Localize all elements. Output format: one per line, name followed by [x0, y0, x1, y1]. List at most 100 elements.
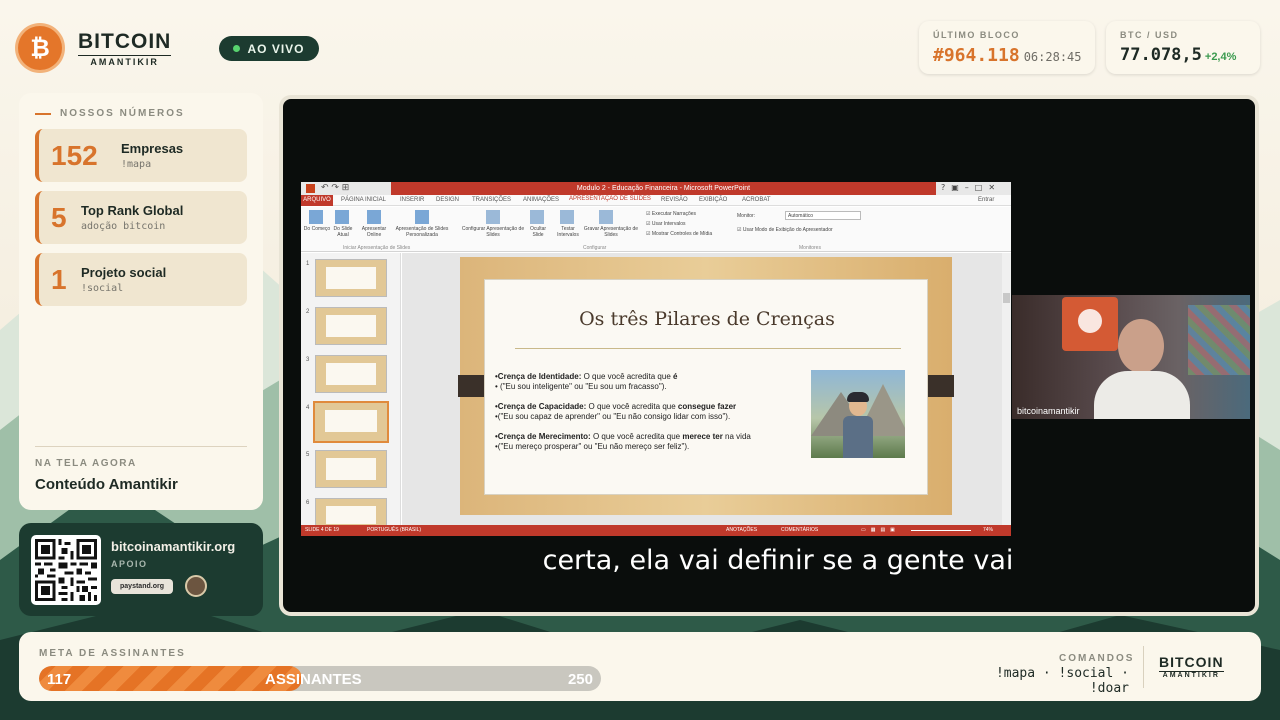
ribbon-group-label: Configurar [583, 245, 607, 251]
hide-slide-icon [530, 210, 544, 224]
ribbon-button[interactable]: Testar Intervalos [553, 226, 583, 238]
checkbox-media-controls[interactable]: ☑ Mostrar Controles de Mídia [646, 231, 712, 237]
powerpoint-window: ↶ ↷ ⊞ Modulo 2 - Educação Financeira - M… [301, 182, 1011, 536]
stat-card-companies: 152 Empresas !mapa [35, 129, 247, 182]
support-card: bitcoinamantikir.org APOIO paystand.org [19, 523, 263, 616]
live-badge: AO VIVO [219, 36, 319, 61]
zoom-slider[interactable] [911, 530, 971, 531]
checkbox-timings[interactable]: ☑ Usar Intervalos [646, 221, 686, 227]
thumb-number: 3 [306, 357, 310, 363]
support-site[interactable]: bitcoinamantikir.org [111, 539, 235, 554]
divider [1143, 646, 1144, 688]
ribbon-button[interactable]: Ocultar Slide [525, 226, 551, 238]
support-label: APOIO [111, 559, 148, 569]
ppt-app-icon [306, 184, 315, 193]
record-show-icon [599, 210, 613, 224]
bullet-item: •Crença de Merecimento: O que você acred… [495, 432, 751, 441]
thumbnail-pane: 1 2 3 4 5 6 [301, 253, 401, 528]
stat-name: Empresas [121, 141, 184, 156]
stat-name: Projeto social [81, 265, 167, 280]
vertical-scrollbar[interactable] [1002, 253, 1011, 525]
status-slide-count: SLIDE 4 DE 19 [305, 527, 339, 533]
bullet-line: •("Eu mereço prosperar" ou "Eu não mereç… [495, 442, 690, 451]
ribbon-button[interactable]: Apresentar Online [357, 226, 391, 238]
stream-screen: ↶ ↷ ⊞ Modulo 2 - Educação Financeira - M… [279, 95, 1259, 616]
slide-thumbnail-selected[interactable] [313, 401, 389, 443]
paystand-badge[interactable]: paystand.org [111, 579, 173, 594]
bitcoin-coin-icon: ₿ [18, 26, 62, 70]
stat-name: Top Rank Global [81, 203, 184, 218]
stat-number: 152 [51, 139, 98, 171]
zoom-level[interactable]: 74% [983, 525, 993, 536]
goal-progress-bar: 117 ASSINANTES 250 [39, 666, 601, 691]
ppt-status-bar: SLIDE 4 DE 19 PORTUGUÊS (BRASIL) ANOTAÇÕ… [301, 525, 1011, 536]
partner-logo-icon [185, 575, 207, 597]
monitor-label: Monitor: [737, 213, 756, 219]
slide-divider [515, 348, 901, 349]
status-language: PORTUGUÊS (BRASIL) [367, 527, 422, 533]
tab-animations[interactable]: ANIMAÇÕES [523, 197, 559, 203]
thumb-number: 6 [306, 500, 310, 506]
ribbon-tabs: ARQUIVO PÁGINA INICIAL INSERIR DESIGN TR… [301, 195, 1011, 206]
goal-progress-fill [39, 666, 303, 691]
btc-price-card: BTC / USD 77.078,5 +2,4% [1106, 21, 1260, 74]
tab-acrobat[interactable]: ACROBAT [742, 197, 771, 203]
slide-content: Os três Pilares de Crenças •Crença de Id… [484, 279, 928, 495]
quick-access-icon[interactable]: ↶ ↷ ⊞ [321, 183, 349, 193]
tab-design[interactable]: DESIGN [436, 197, 459, 203]
tab-file[interactable]: ARQUIVO [301, 195, 333, 206]
checkbox-narrations[interactable]: ☑ Executar Narrações [646, 211, 696, 217]
slide-thumbnail[interactable] [315, 450, 387, 488]
slide-bullets: •Crença de Identidade: O que você acredi… [495, 372, 805, 452]
slide-canvas: Os três Pilares de Crenças •Crença de Id… [458, 257, 954, 515]
slide-thumbnail[interactable] [315, 259, 387, 297]
window-controls-icon[interactable]: ?▣–□✕ [941, 183, 1001, 192]
stat-number: 5 [51, 201, 67, 233]
tab-transitions[interactable]: TRANSIÇÕES [472, 197, 511, 203]
stat-sub: adoção bitcoin [81, 221, 166, 232]
btc-price-change: +2,4% [1204, 51, 1237, 63]
from-beginning-icon [309, 210, 323, 224]
stat-sub: !social [81, 283, 124, 294]
subtitle-caption: certa, ela vai definir se a gente vai [542, 545, 1014, 576]
status-comments[interactable]: COMENTÁRIOS [781, 525, 818, 536]
stat-number: 1 [51, 263, 67, 295]
tab-review[interactable]: REVISÃO [661, 197, 688, 203]
ribbon-group-label: Iniciar Apresentação de Slides [343, 245, 411, 251]
checkbox-presenter-view[interactable]: ☑ Usar Modo de Exibição do Apresentador [737, 227, 833, 233]
tab-home[interactable]: PÁGINA INICIAL [341, 197, 386, 203]
goal-target: 250 [567, 671, 593, 688]
brand-title: BITCOIN [78, 29, 172, 53]
brand-logo: ₿ BITCOIN AMANTIKIR [18, 26, 172, 70]
live-label: AO VIVO [247, 41, 305, 56]
commands-text: !mapa · !social · !doar [995, 666, 1129, 696]
goal-center-label: ASSINANTES [265, 671, 362, 688]
view-buttons-icon[interactable]: ▭▦▤▣ [861, 525, 900, 536]
qr-code-icon[interactable] [31, 535, 101, 605]
ribbon-button[interactable]: Configurar Apresentação de Slides [461, 226, 525, 238]
status-notes[interactable]: ANOTAÇÕES [726, 525, 757, 536]
slide-thumbnail[interactable] [315, 498, 387, 528]
monitor-select[interactable]: Automático [785, 211, 861, 220]
signin-link[interactable]: Entrar [978, 197, 994, 203]
thumb-number: 2 [306, 309, 310, 315]
thumb-number: 5 [306, 452, 310, 458]
stat-card-social: 1 Projeto social !social [35, 253, 247, 306]
last-block-time: 06:28:45 [1023, 50, 1082, 64]
ribbon-button[interactable]: Apresentação de Slides Personalizada [391, 226, 453, 238]
ribbon-button[interactable]: Gravar Apresentação de Slides [583, 226, 639, 238]
footer-brand-sub: AMANTIKIR [1159, 671, 1224, 679]
stats-title: NOSSOS NÚMEROS [35, 108, 185, 119]
custom-show-icon [415, 210, 429, 224]
tab-view[interactable]: EXIBIÇÃO [699, 197, 727, 203]
slide-thumbnail[interactable] [315, 307, 387, 345]
last-block-card: ÚLTIMO BLOCO #964.118 06:28:45 [919, 21, 1095, 74]
tab-insert[interactable]: INSERIR [400, 197, 424, 203]
tab-slideshow[interactable]: APRESENTAÇÃO DE SLIDES [569, 196, 651, 202]
ribbon-button[interactable]: Do Começo [303, 226, 331, 232]
slide-thumbnail[interactable] [315, 355, 387, 393]
btc-price-value: 77.078,5 [1120, 45, 1202, 65]
boy-mountain-image [811, 370, 905, 458]
ribbon-button[interactable]: Do Slide Atual [329, 226, 357, 238]
slide-title: Os três Pilares de Crenças [579, 308, 835, 330]
